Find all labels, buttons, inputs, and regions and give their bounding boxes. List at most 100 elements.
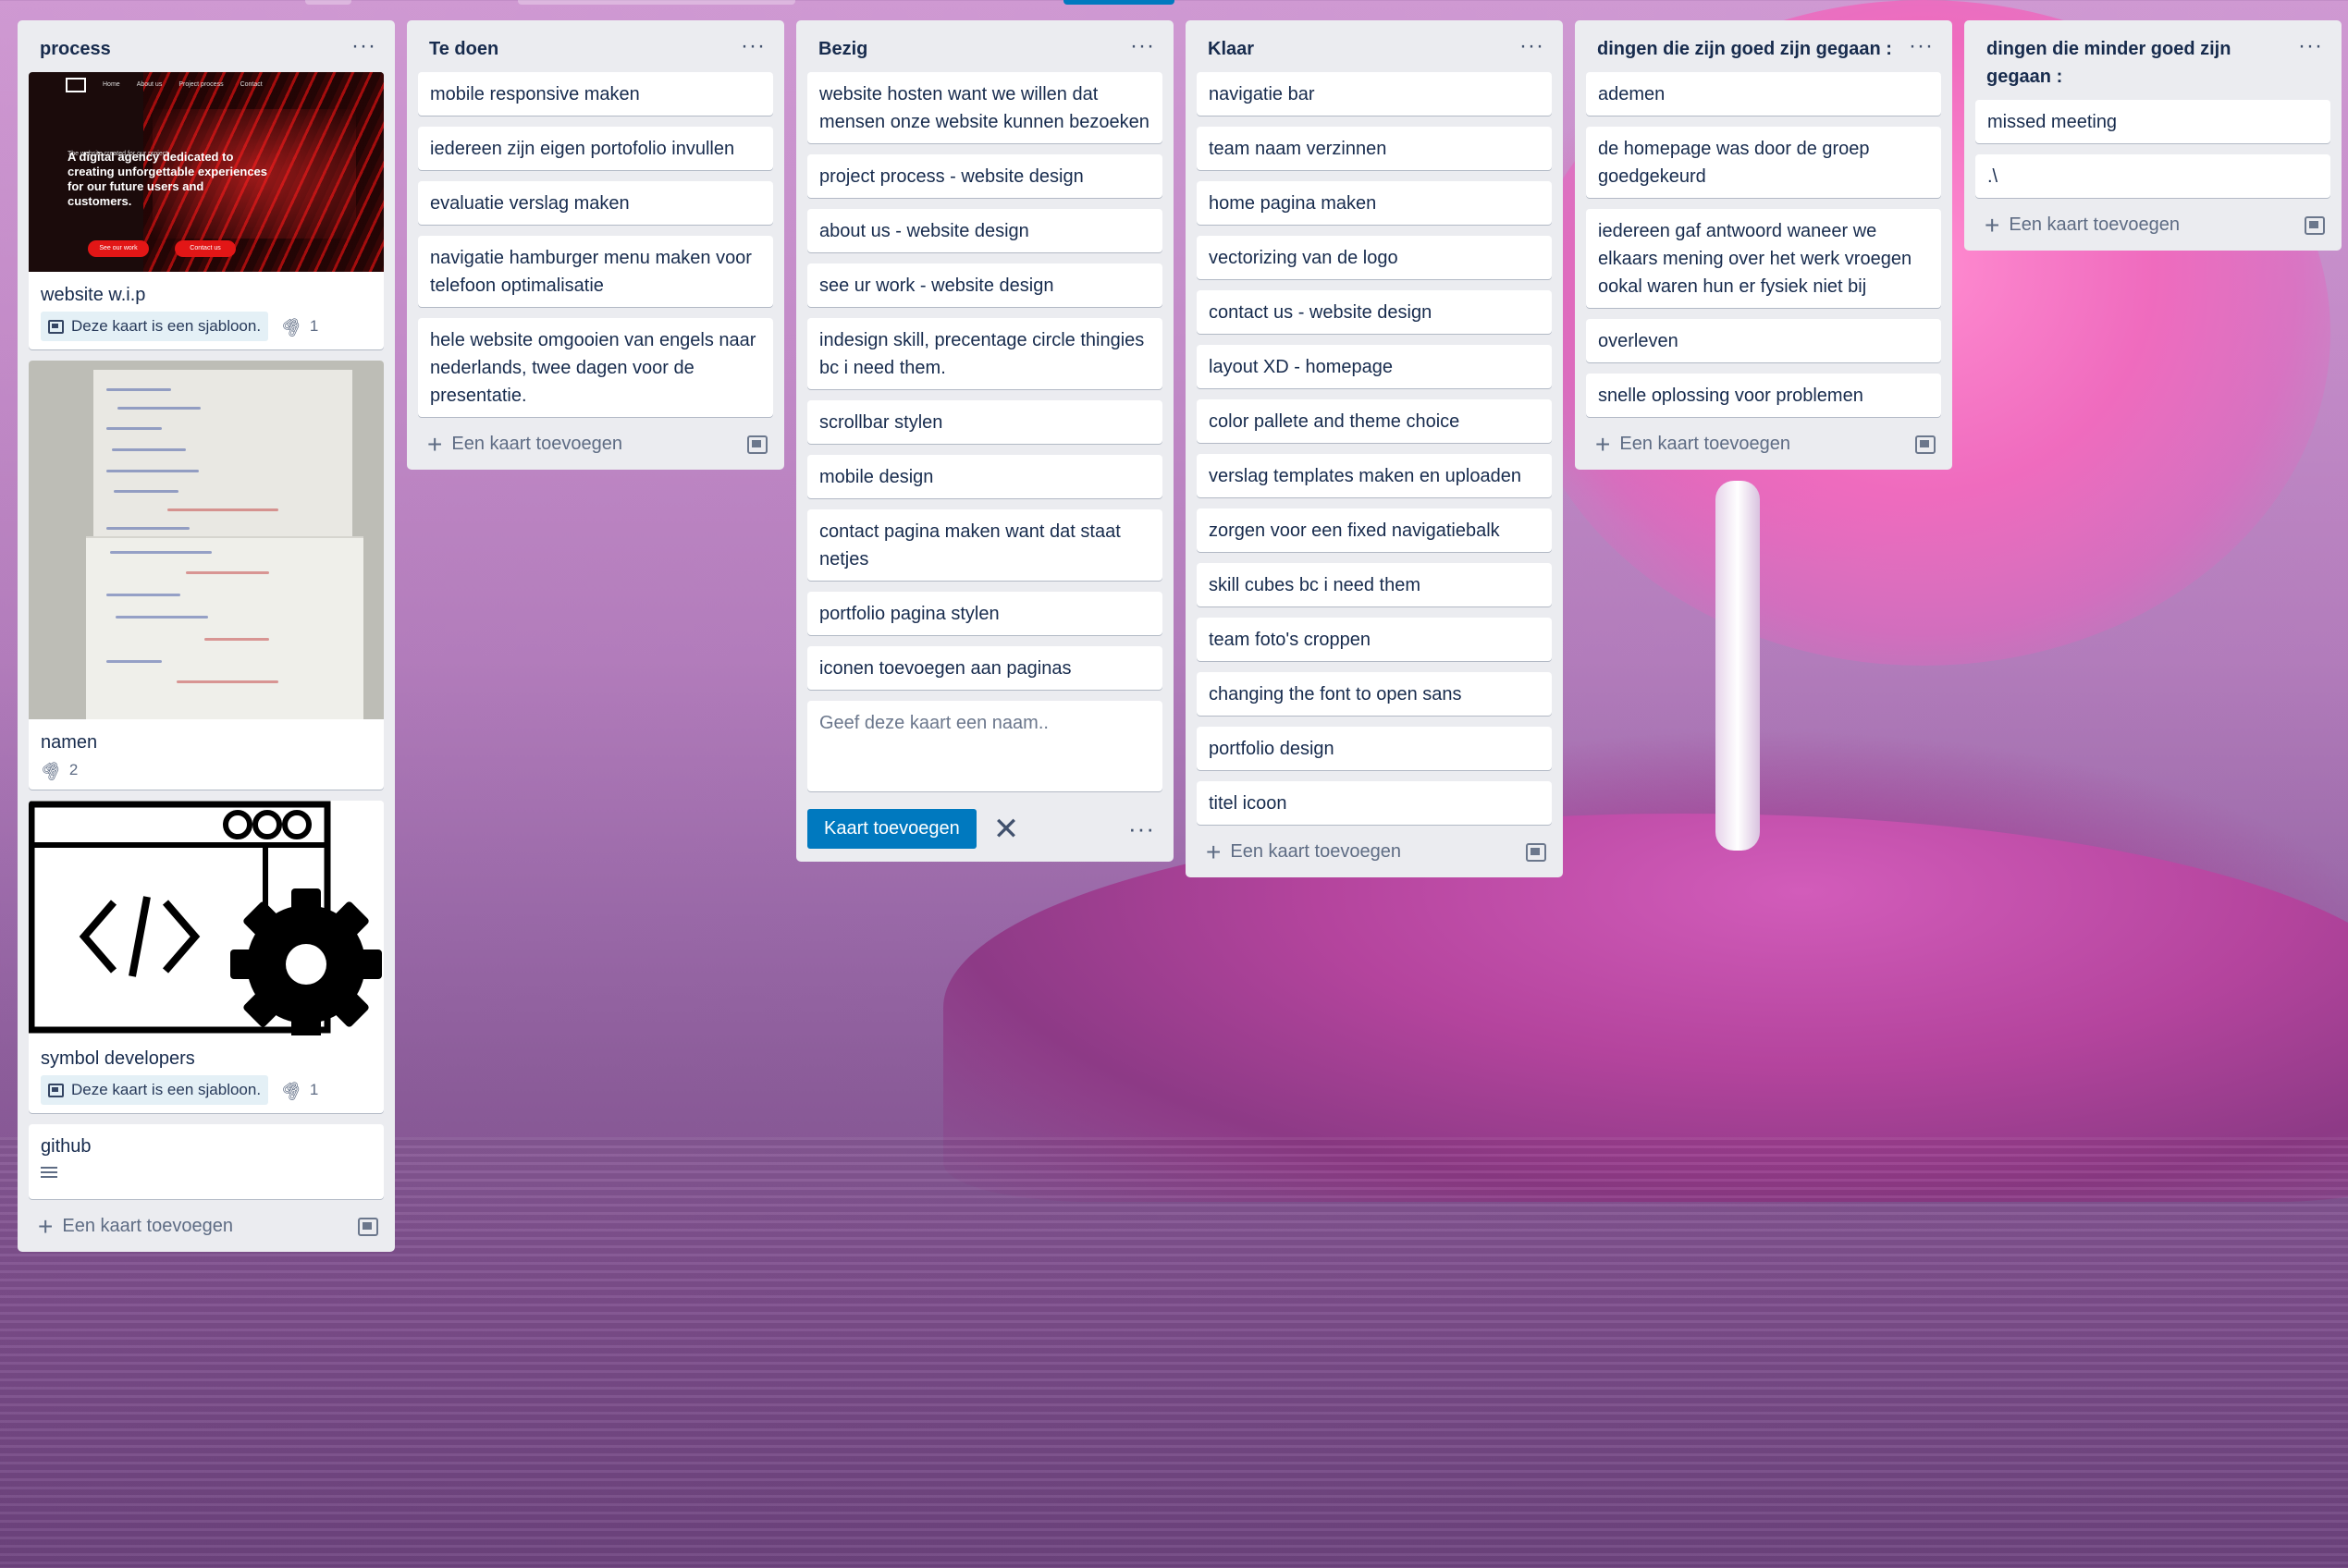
list-title[interactable]: dingen die minder goed zijn gegaan : xyxy=(1986,35,2282,91)
ellipsis-icon[interactable]: ··· xyxy=(1128,815,1162,843)
add-card-button[interactable]: + Een kaart toevoegen xyxy=(1586,417,1941,460)
card[interactable]: vectorizing van de logo xyxy=(1197,236,1552,279)
card[interactable]: changing the font to open sans xyxy=(1197,672,1552,716)
card-cover-image xyxy=(29,801,384,1040)
ellipsis-icon[interactable]: ··· xyxy=(735,35,771,57)
list-title[interactable]: dingen die zijn goed zijn gegaan : xyxy=(1597,35,1892,63)
card[interactable]: iconen toevoegen aan paginas xyxy=(807,646,1162,690)
cover-nav-item: Home xyxy=(103,81,120,88)
card[interactable]: portfolio design xyxy=(1197,727,1552,770)
card[interactable]: snelle oplossing voor problemen xyxy=(1586,374,1941,417)
card-cover-image xyxy=(29,361,384,719)
card-badges: Deze kaart is een sjabloon. 🖇 1 xyxy=(41,1075,372,1105)
card[interactable]: contact pagina maken want dat staat netj… xyxy=(807,509,1162,581)
card[interactable]: hele website omgooien van engels naar ne… xyxy=(418,318,773,417)
card[interactable]: home pagina maken xyxy=(1197,181,1552,225)
card[interactable]: .\ xyxy=(1975,154,2330,198)
card[interactable]: navigatie hamburger menu maken voor tele… xyxy=(418,236,773,307)
card-list: navigatie bar team naam verzinnen home p… xyxy=(1197,72,1552,825)
card[interactable]: see ur work - website design xyxy=(807,263,1162,307)
ellipsis-icon[interactable]: ··· xyxy=(1125,35,1161,57)
card[interactable]: project process - website design xyxy=(807,154,1162,198)
card-symbol-developers[interactable]: symbol developers Deze kaart is een sjab… xyxy=(29,801,384,1113)
attachment-badge: 🖇 2 xyxy=(37,756,78,784)
paperclip-icon: 🖇 xyxy=(37,755,66,785)
card[interactable]: overleven xyxy=(1586,319,1941,362)
template-icon[interactable] xyxy=(358,1217,378,1236)
card-namen[interactable]: namen 🖇 2 xyxy=(29,361,384,790)
list-title[interactable]: process xyxy=(40,35,111,63)
card[interactable]: scrollbar stylen xyxy=(807,400,1162,444)
card-body: namen 🖇 2 xyxy=(29,719,384,790)
card[interactable]: about us - website design xyxy=(807,209,1162,252)
card[interactable]: zorgen voor een fixed navigatiebalk xyxy=(1197,508,1552,552)
new-card-title-input[interactable] xyxy=(807,701,1162,791)
code-gear-icon xyxy=(29,801,382,1040)
card[interactable]: team foto's croppen xyxy=(1197,618,1552,661)
list-title[interactable]: Te doen xyxy=(429,35,498,63)
card-github[interactable]: github xyxy=(29,1124,384,1199)
card[interactable]: iedereen zijn eigen portofolio invullen xyxy=(418,127,773,170)
card-title: namen xyxy=(41,732,98,753)
list-title[interactable]: Klaar xyxy=(1208,35,1254,63)
template-icon[interactable] xyxy=(747,435,768,454)
template-icon xyxy=(48,319,64,334)
card[interactable]: color pallete and theme choice xyxy=(1197,399,1552,443)
add-card-submit-button[interactable]: Kaart toevoegen xyxy=(807,809,977,849)
template-icon[interactable] xyxy=(2305,215,2325,235)
card[interactable]: skill cubes bc i need them xyxy=(1197,563,1552,606)
list-minder-goed-gegaan: dingen die minder goed zijn gegaan : ···… xyxy=(1964,20,2342,251)
card[interactable]: mobile design xyxy=(807,455,1162,498)
card[interactable]: team naam verzinnen xyxy=(1197,127,1552,170)
card[interactable]: website hosten want we willen dat mensen… xyxy=(807,72,1162,143)
list-header: Bezig ··· xyxy=(807,20,1162,72)
card[interactable]: indesign skill, precentage circle thingi… xyxy=(807,318,1162,389)
cover-nav-item: Project process xyxy=(178,81,224,88)
list-header: dingen die minder goed zijn gegaan : ··· xyxy=(1975,20,2330,100)
card[interactable]: portfolio pagina stylen xyxy=(807,592,1162,635)
card[interactable]: iedereen gaf antwoord waneer we elkaars … xyxy=(1586,209,1941,308)
card-website-wip[interactable]: Home About us Project process Contact Th… xyxy=(29,72,384,349)
card[interactable]: contact us - website design xyxy=(1197,290,1552,334)
ellipsis-icon[interactable]: ··· xyxy=(1514,35,1550,57)
card-cover-image: Home About us Project process Contact Th… xyxy=(29,72,384,272)
card[interactable]: ademen xyxy=(1586,72,1941,116)
card[interactable]: verslag templates maken en uploaden xyxy=(1197,454,1552,497)
card-body: symbol developers Deze kaart is een sjab… xyxy=(29,1035,384,1113)
add-card-button[interactable]: + Een kaart toevoegen xyxy=(1197,825,1552,868)
attachment-badge: 🖇 1 xyxy=(277,1076,319,1104)
card[interactable]: missed meeting xyxy=(1975,100,2330,143)
board: process ··· Home About us Project proces… xyxy=(18,20,2342,1252)
plus-icon: + xyxy=(1985,210,2000,239)
list-header: dingen die zijn goed zijn gegaan : ··· xyxy=(1586,20,1941,72)
ellipsis-icon[interactable]: ··· xyxy=(2293,35,2329,57)
card-list: ademen de homepage was door de groep goe… xyxy=(1586,72,1941,417)
card[interactable]: titel icoon xyxy=(1197,781,1552,825)
list-goed-gegaan: dingen die zijn goed zijn gegaan : ··· a… xyxy=(1575,20,1952,470)
list-te-doen: Te doen ··· mobile responsive maken iede… xyxy=(407,20,784,470)
list-title[interactable]: Bezig xyxy=(818,35,867,63)
card[interactable]: navigatie bar xyxy=(1197,72,1552,116)
card[interactable]: evaluatie verslag maken xyxy=(418,181,773,225)
card-list: missed meeting .\ xyxy=(1975,100,2330,198)
attachment-count: 1 xyxy=(309,317,319,335)
card[interactable]: de homepage was door de groep goedgekeur… xyxy=(1586,127,1941,198)
add-card-button[interactable]: + Een kaart toevoegen xyxy=(1975,198,2330,241)
template-icon[interactable] xyxy=(1526,842,1546,862)
add-card-button[interactable]: + Een kaart toevoegen xyxy=(29,1199,384,1243)
composer-controls: Kaart toevoegen ✕ ··· xyxy=(807,796,1162,852)
template-badge: Deze kaart is een sjabloon. xyxy=(41,312,269,341)
card-body: website w.i.p Deze kaart is een sjabloon… xyxy=(29,272,384,349)
card[interactable]: layout XD - homepage xyxy=(1197,345,1552,388)
cover-button: See our work xyxy=(88,240,149,257)
card-list: mobile responsive maken iedereen zijn ei… xyxy=(418,72,773,417)
template-icon[interactable] xyxy=(1915,435,1936,454)
add-card-button[interactable]: + Een kaart toevoegen xyxy=(418,417,773,460)
ellipsis-icon[interactable]: ··· xyxy=(1903,35,1939,57)
attachment-count: 1 xyxy=(309,1081,319,1098)
close-icon[interactable]: ✕ xyxy=(993,814,1020,845)
plus-icon: + xyxy=(427,429,443,459)
ellipsis-icon[interactable]: ··· xyxy=(346,35,382,57)
plus-icon: + xyxy=(1206,837,1222,866)
card[interactable]: mobile responsive maken xyxy=(418,72,773,116)
